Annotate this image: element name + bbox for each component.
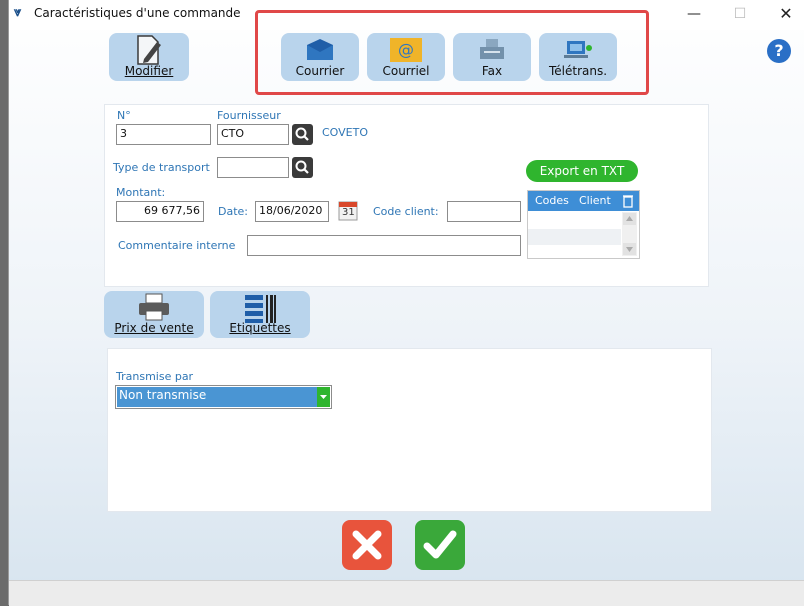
montant-label: Montant: bbox=[116, 186, 166, 199]
prix-vente-button[interactable]: Prix de vente bbox=[104, 291, 204, 338]
labels-barcode-icon bbox=[245, 295, 276, 323]
commentaire-field[interactable] bbox=[247, 235, 521, 256]
calendar-button[interactable]: 31 bbox=[338, 199, 358, 221]
transmission-panel: Transmise par bbox=[107, 348, 712, 512]
export-txt-button[interactable]: Export en TXT bbox=[526, 160, 638, 182]
montant-field[interactable]: 69 677,56 bbox=[116, 201, 204, 222]
etiquettes-button[interactable]: Etiquettes bbox=[210, 291, 310, 338]
modifier-label: Modifier bbox=[124, 64, 174, 78]
minimize-button[interactable]: — bbox=[683, 4, 705, 24]
no-field[interactable]: 3 bbox=[116, 124, 211, 145]
code-client-label: Code client: bbox=[373, 205, 439, 218]
date-label: Date: bbox=[218, 205, 248, 218]
transport-label: Type de transport bbox=[113, 161, 210, 174]
cancel-button[interactable] bbox=[342, 520, 392, 570]
app-logo-icon: ⩔ bbox=[14, 5, 22, 20]
fournisseur-label: Fournisseur bbox=[217, 109, 281, 122]
code-client-field[interactable] bbox=[447, 201, 521, 222]
transport-search-button[interactable] bbox=[292, 157, 313, 178]
scroll-arrows-icon bbox=[623, 213, 636, 255]
prix-vente-label: Prix de vente bbox=[114, 321, 194, 335]
grid-scrollbar[interactable] bbox=[622, 212, 637, 256]
date-field[interactable]: 18/06/2020 bbox=[255, 201, 329, 222]
grid-header: Codes Client bbox=[528, 191, 639, 211]
calendar-day: 31 bbox=[342, 207, 355, 218]
grid-row[interactable] bbox=[528, 212, 621, 228]
etiquettes-label: Etiquettes bbox=[229, 321, 291, 335]
transmise-par-select[interactable]: Non transmise bbox=[115, 385, 332, 409]
transport-field[interactable] bbox=[217, 157, 289, 178]
no-label: N° bbox=[117, 109, 131, 122]
search-icon bbox=[295, 127, 309, 141]
codes-client-grid: Codes Client bbox=[527, 190, 640, 259]
fournisseur-field[interactable]: CTO bbox=[217, 124, 289, 145]
status-bar bbox=[9, 580, 804, 606]
close-button[interactable]: ✕ bbox=[775, 4, 797, 24]
window-title: Caractéristiques d'une commande bbox=[34, 6, 241, 20]
grid-row[interactable] bbox=[528, 229, 621, 245]
fournisseur-search-button[interactable] bbox=[292, 124, 313, 145]
highlight-frame bbox=[255, 10, 649, 95]
chevron-down-icon bbox=[320, 395, 327, 399]
dialog-window: ⩔ Caractéristiques d'une commande — ☐ ✕ … bbox=[8, 0, 804, 606]
delete-icon[interactable] bbox=[622, 194, 634, 208]
printer-icon bbox=[139, 293, 169, 321]
ok-button[interactable] bbox=[415, 520, 465, 570]
grid-col-client: Client bbox=[579, 194, 611, 207]
help-icon[interactable]: ? bbox=[767, 39, 791, 63]
commentaire-label: Commentaire interne bbox=[118, 239, 236, 252]
checkmark-icon bbox=[423, 530, 457, 559]
transmise-par-value: Non transmise bbox=[117, 387, 317, 407]
transmise-par-label: Transmise par bbox=[116, 370, 194, 383]
search-icon bbox=[295, 160, 309, 174]
close-x-icon bbox=[352, 530, 382, 560]
dropdown-arrow[interactable] bbox=[317, 387, 330, 407]
fournisseur-name: COVETO bbox=[322, 126, 368, 139]
modifier-button[interactable]: Modifier bbox=[109, 33, 189, 81]
grid-col-codes: Codes bbox=[535, 194, 569, 207]
maximize-button[interactable]: ☐ bbox=[729, 4, 751, 24]
edit-document-icon bbox=[137, 35, 161, 65]
